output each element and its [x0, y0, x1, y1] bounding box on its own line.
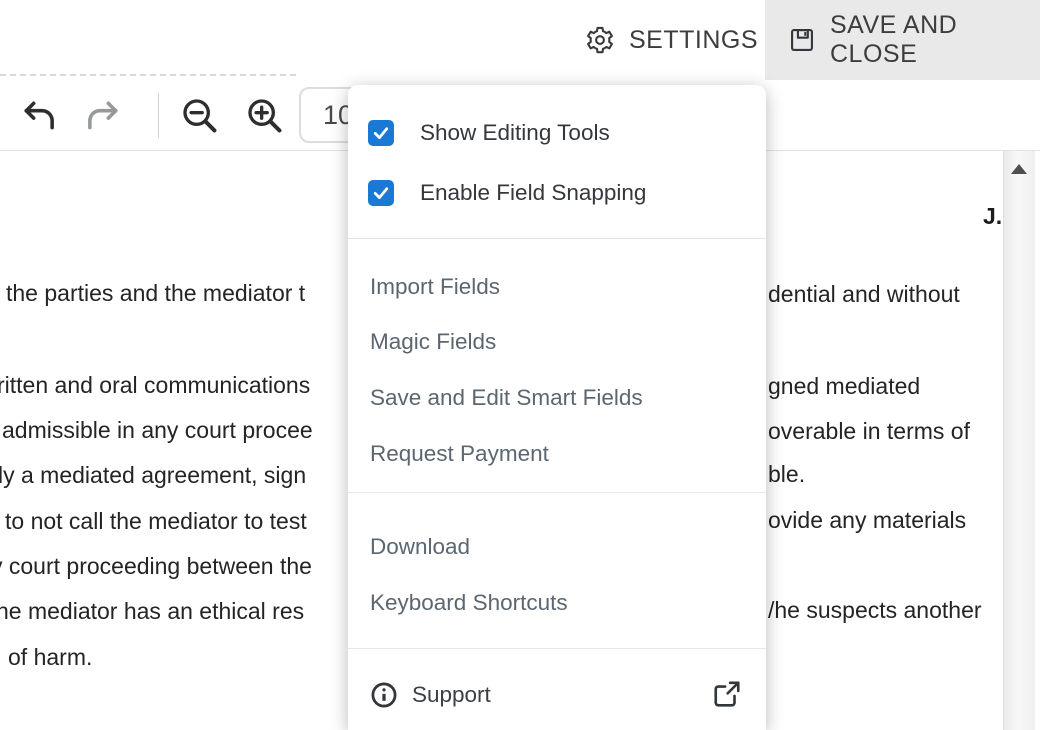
menu-item-import-fields[interactable]: Import Fields: [348, 267, 766, 307]
magnifier-plus-icon: [245, 96, 285, 136]
info-circle-icon: [370, 681, 398, 709]
dashed-divider: [0, 74, 296, 76]
zoom-out-button[interactable]: [180, 96, 220, 136]
toolbar-separator: [158, 93, 159, 138]
settings-button[interactable]: SETTINGS: [585, 0, 758, 80]
redo-icon: [83, 99, 121, 133]
scroll-up-button[interactable]: [1006, 154, 1032, 184]
screen: SETTINGS SAVE AND CLOSE: [0, 0, 1040, 730]
menu-item-download[interactable]: Download: [348, 527, 766, 567]
settings-menu: Show Editing Tools Enable Field Snapping…: [348, 85, 766, 730]
vertical-scrollbar[interactable]: [1003, 151, 1035, 730]
magnifier-minus-icon: [180, 96, 220, 136]
page-label: J.: [983, 203, 1002, 230]
menu-item-request-payment[interactable]: Request Payment: [348, 434, 766, 474]
doc-text-line: /he suspects another: [768, 597, 982, 624]
doc-text-line: ritten and oral communications: [0, 372, 310, 399]
save-and-close-label: SAVE AND CLOSE: [830, 11, 1040, 69]
settings-label: SETTINGS: [629, 26, 758, 55]
support-label: Support: [412, 682, 491, 708]
doc-text-line: to not call the mediator to test: [5, 508, 307, 535]
doc-text-line: y court proceeding between the: [0, 553, 312, 580]
undo-icon: [21, 99, 59, 133]
checkbox-label: Show Editing Tools: [420, 120, 610, 146]
doc-text-line: overable in terms of: [768, 418, 970, 445]
doc-text-line: ly a mediated agreement, sign: [0, 462, 306, 489]
menu-item-support[interactable]: Support: [348, 675, 766, 715]
menu-divider: [348, 648, 766, 649]
redo-button[interactable]: [82, 96, 122, 136]
triangle-up-icon: [1011, 164, 1027, 174]
doc-text-line: ne mediator has an ethical res: [0, 598, 304, 625]
external-link-icon[interactable]: [712, 679, 742, 709]
checkbox-checked-icon[interactable]: [368, 180, 394, 206]
checkbox-label: Enable Field Snapping: [420, 180, 646, 206]
doc-text-line: admissible in any court procee: [2, 417, 313, 444]
checkbox-checked-icon[interactable]: [368, 120, 394, 146]
zoom-in-button[interactable]: [245, 96, 285, 136]
menu-item-magic-fields[interactable]: Magic Fields: [348, 322, 766, 362]
document-page[interactable]: the parties and the mediator t ritten an…: [0, 150, 348, 730]
menu-toggle-enable-field-snapping[interactable]: Enable Field Snapping: [348, 174, 766, 212]
menu-divider: [348, 238, 766, 239]
menu-divider: [348, 492, 766, 493]
menu-item-keyboard-shortcuts[interactable]: Keyboard Shortcuts: [348, 583, 766, 623]
doc-text-line: dential and without: [768, 281, 960, 308]
doc-text-line: ovide any materials: [768, 507, 966, 534]
undo-button[interactable]: [20, 96, 60, 136]
doc-text-line: ble.: [768, 461, 805, 488]
doc-text-line: gned mediated: [768, 373, 920, 400]
gear-icon: [585, 25, 615, 55]
menu-item-save-and-edit-smart-fields[interactable]: Save and Edit Smart Fields: [348, 378, 766, 418]
doc-text-line: the parties and the mediator t: [6, 280, 305, 307]
doc-text-line: of harm.: [8, 644, 92, 671]
save-icon: [788, 26, 816, 54]
menu-toggle-show-editing-tools[interactable]: Show Editing Tools: [348, 114, 766, 152]
header-bar: SETTINGS SAVE AND CLOSE: [0, 0, 1040, 80]
save-and-close-button[interactable]: SAVE AND CLOSE: [788, 0, 1040, 80]
document-page-right[interactable]: J. dential and without gned mediated ove…: [768, 150, 1003, 730]
